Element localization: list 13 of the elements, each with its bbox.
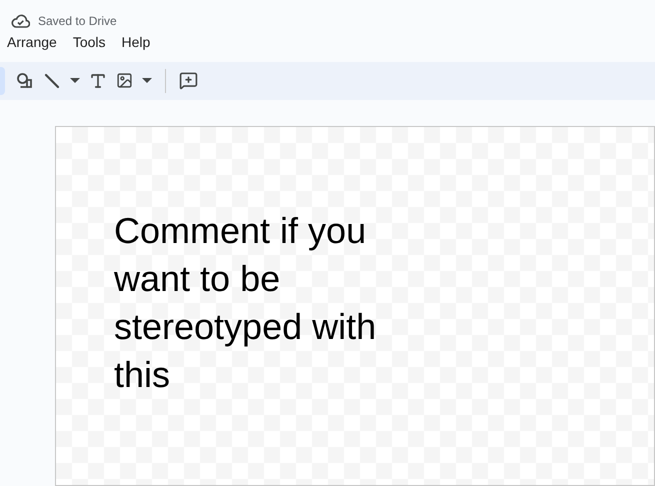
caret-icon[interactable] bbox=[70, 78, 80, 84]
text-box-text: Comment if you want to be stereotyped with this bbox=[114, 209, 378, 397]
menu-item[interactable]: Arrange bbox=[7, 32, 57, 54]
menu-item[interactable]: Help bbox=[122, 32, 150, 54]
save-status: Saved to Drive bbox=[38, 13, 117, 30]
shape-icon[interactable] bbox=[16, 72, 34, 90]
line-icon[interactable] bbox=[43, 72, 61, 90]
cloud-check-icon bbox=[11, 14, 30, 28]
text-box-icon[interactable] bbox=[89, 72, 107, 90]
image-icon[interactable] bbox=[116, 72, 133, 90]
caret-icon[interactable] bbox=[142, 78, 152, 84]
add-comment-icon[interactable] bbox=[179, 71, 198, 90]
menu-item[interactable]: Tools bbox=[72, 32, 106, 54]
